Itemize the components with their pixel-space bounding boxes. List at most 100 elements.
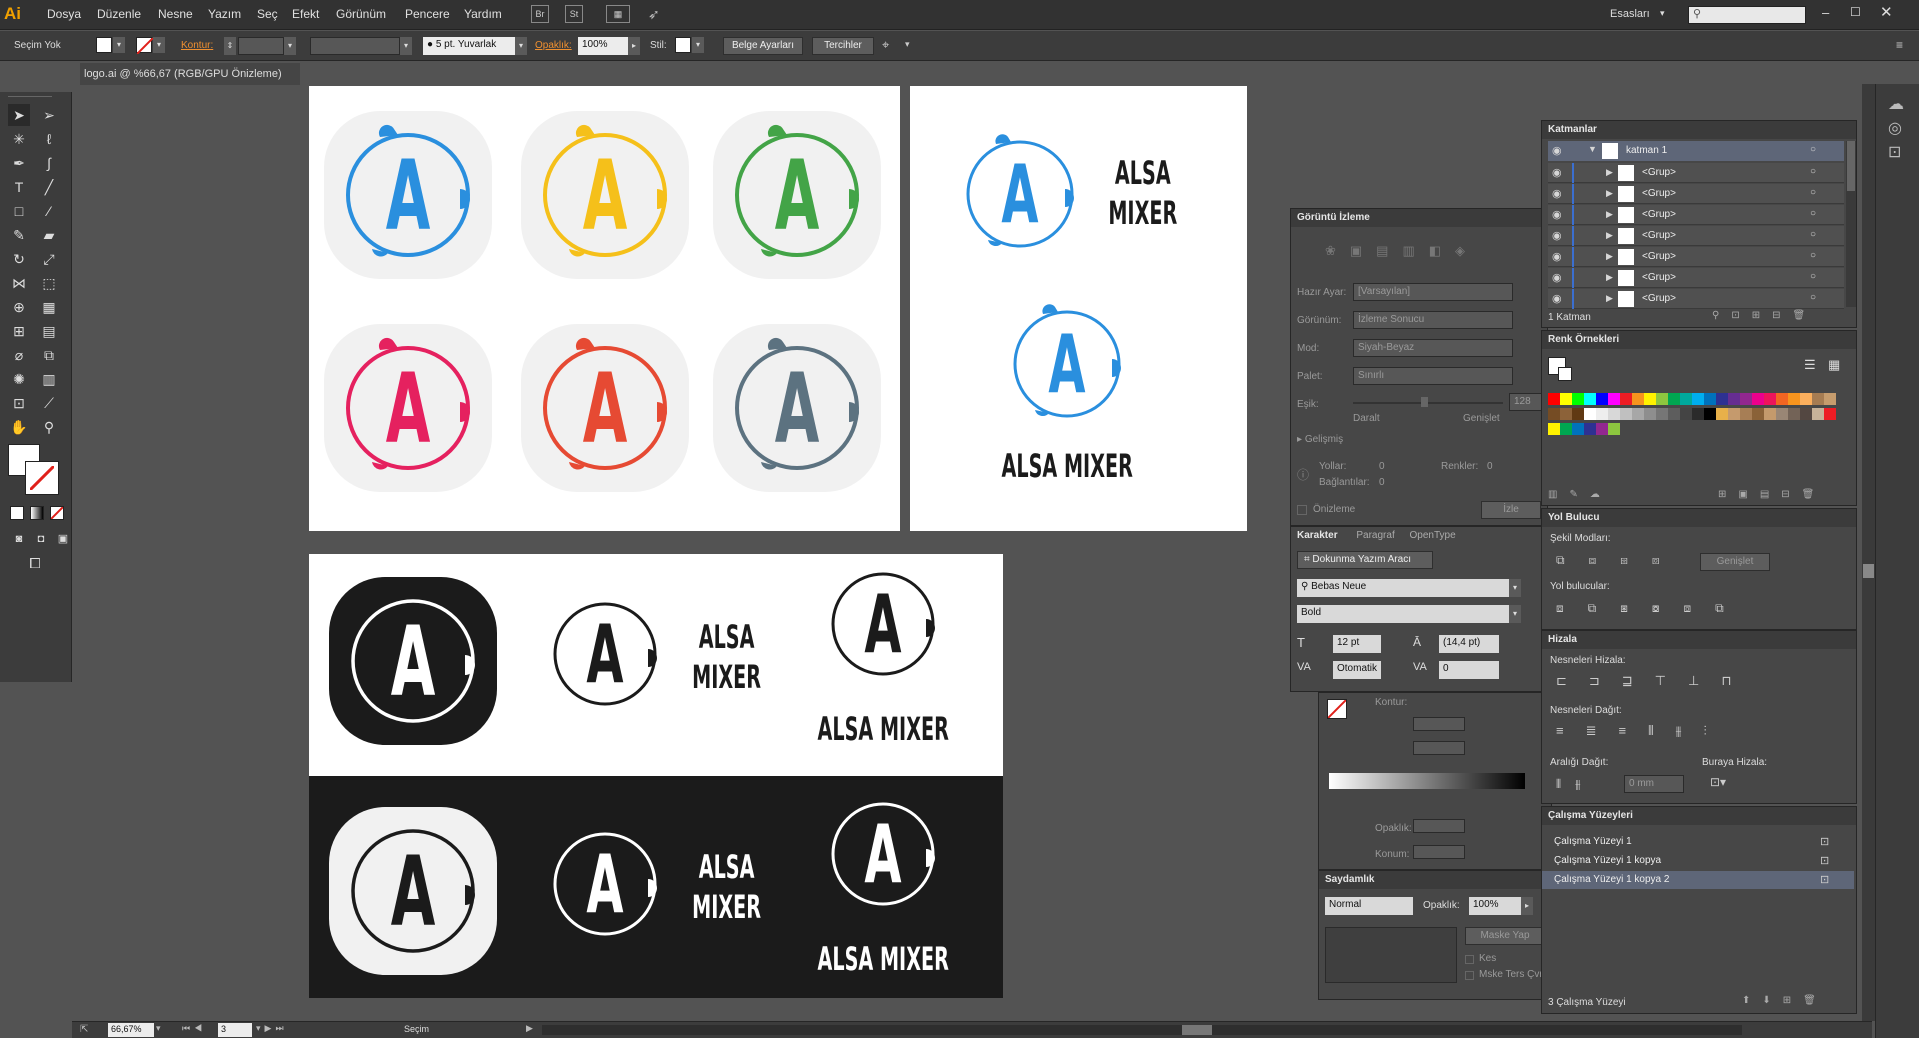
color-swatch[interactable]: [1548, 393, 1560, 405]
view-select[interactable]: İzleme Sonucu: [1353, 311, 1513, 329]
color-swatch[interactable]: [1680, 393, 1692, 405]
color-swatch[interactable]: [1668, 408, 1680, 420]
brush-field[interactable]: ● 5 pt. Yuvarlak: [423, 37, 515, 55]
mode-select[interactable]: Siyah-Beyaz: [1353, 339, 1513, 357]
menu-help[interactable]: Yardım: [464, 7, 502, 21]
color-swatch[interactable]: [1788, 408, 1800, 420]
preview-checkbox[interactable]: [1297, 505, 1307, 515]
invert-mask-checkbox[interactable]: [1465, 971, 1474, 980]
color-swatch[interactable]: [1560, 423, 1572, 435]
eyedropper-tool-icon[interactable]: ⌀: [8, 344, 30, 366]
distribute-object-icons[interactable]: ≡≣≡⫴⫵⫶: [1556, 723, 1729, 739]
layer-row[interactable]: ◉ ▶ <Grup> ○: [1548, 205, 1844, 225]
eye-icon[interactable]: ◉: [1552, 144, 1562, 157]
layer-row[interactable]: ◉ ▶ <Grup> ○: [1548, 226, 1844, 246]
chevron-down-icon[interactable]: ▾: [153, 37, 165, 53]
draw-inside-icon[interactable]: ▣: [52, 528, 74, 550]
menu-view[interactable]: Görünüm: [336, 7, 386, 21]
make-mask-button[interactable]: Maske Yap: [1465, 927, 1545, 945]
touch-type-tool-button[interactable]: ⌗ Dokunma Yazım Aracı: [1297, 551, 1433, 569]
advanced-toggle[interactable]: ▸ Gelişmiş: [1297, 434, 1343, 445]
color-swatch[interactable]: [1632, 393, 1644, 405]
color-swatch[interactable]: [1560, 393, 1572, 405]
kerning-field[interactable]: Otomatik: [1333, 661, 1381, 679]
symbol-sprayer-tool-icon[interactable]: ✺: [8, 368, 30, 390]
aspect-field[interactable]: [1413, 741, 1465, 755]
libraries-icon[interactable]: ☁: [1888, 94, 1904, 114]
color-swatch[interactable]: [1644, 393, 1656, 405]
chevron-down-icon[interactable]: ▾: [515, 37, 527, 55]
color-swatch[interactable]: [1596, 393, 1608, 405]
color-swatch[interactable]: [1740, 393, 1752, 405]
color-swatch[interactable]: [1716, 408, 1728, 420]
swatch-actions-icons[interactable]: ▥✎☁: [1548, 489, 1612, 500]
gradient-ramp[interactable]: [1329, 773, 1525, 789]
font-style-field[interactable]: Bold: [1297, 605, 1509, 623]
eye-icon[interactable]: ◉: [1552, 229, 1562, 242]
color-swatch[interactable]: [1800, 408, 1812, 420]
artboard-actions-icons[interactable]: ⬆⬇⊞🗑: [1742, 995, 1828, 1006]
search-input[interactable]: ⚲: [1688, 6, 1806, 24]
preferences-button[interactable]: Tercihler: [812, 37, 874, 55]
artboard-row[interactable]: Çalışma Yüzeyi 1 kopya ⊡: [1542, 852, 1854, 870]
font-size-field[interactable]: 12 pt: [1333, 635, 1381, 653]
target-icon[interactable]: ○: [1810, 250, 1816, 261]
color-swatch[interactable]: [1824, 408, 1836, 420]
color-swatch[interactable]: [1680, 408, 1692, 420]
direct-selection-tool-icon[interactable]: ➢: [38, 104, 60, 126]
free-transform-tool-icon[interactable]: ⬚: [38, 272, 60, 294]
hand-tool-icon[interactable]: ✋: [8, 416, 30, 438]
trace-presets-icons[interactable]: ❀▣▤▥◧◈: [1325, 243, 1479, 259]
color-swatch[interactable]: [1620, 408, 1632, 420]
transparency-opacity-field[interactable]: 100%: [1469, 897, 1521, 915]
color-swatch[interactable]: [1800, 393, 1812, 405]
panel-menu-icon[interactable]: ≡: [1896, 38, 1903, 52]
blend-mode-select[interactable]: Normal: [1325, 897, 1413, 915]
minimize-icon[interactable]: –: [1822, 5, 1829, 20]
palette-select[interactable]: Sınırlı: [1353, 367, 1513, 385]
spacing-field[interactable]: 0 mm: [1624, 775, 1684, 793]
clip-checkbox[interactable]: [1465, 955, 1474, 964]
leading-field[interactable]: (14,4 pt): [1439, 635, 1499, 653]
grid-view-icon[interactable]: ▦: [1828, 357, 1840, 373]
color-swatch[interactable]: [1596, 408, 1608, 420]
pathfinder-icons[interactable]: ⧈⧉⧆⧇⧈⧉: [1556, 601, 1748, 616]
chevron-right-icon[interactable]: ▶: [1606, 251, 1613, 262]
color-swatch[interactable]: [1548, 408, 1560, 420]
chevron-down-icon[interactable]: ▾: [1509, 605, 1521, 623]
artboard-options-icon[interactable]: ⊡: [1820, 873, 1829, 886]
target-icon[interactable]: ○: [1810, 166, 1816, 177]
color-swatch[interactable]: [1692, 408, 1704, 420]
target-icon[interactable]: ○: [1810, 144, 1816, 155]
shape-builder-tool-icon[interactable]: ⊕: [8, 296, 30, 318]
expand-button[interactable]: Genişlet: [1700, 553, 1770, 571]
tab-character[interactable]: Karakter: [1297, 530, 1338, 541]
mesh-tool-icon[interactable]: ⊞: [8, 320, 30, 342]
gradient-fill-swatch[interactable]: [1327, 699, 1347, 719]
line-tool-icon[interactable]: ╱: [38, 176, 60, 198]
preset-select[interactable]: [Varsayılan]: [1353, 283, 1513, 301]
align-object-icons[interactable]: ⊏⊐⊒⊤⊥⊓: [1556, 673, 1753, 689]
target-icon[interactable]: ○: [1810, 208, 1816, 219]
angle-field[interactable]: [1413, 717, 1465, 731]
style-swatch[interactable]: [675, 37, 691, 53]
color-swatch[interactable]: [1764, 393, 1776, 405]
tracking-field[interactable]: 0: [1439, 661, 1499, 679]
menu-file[interactable]: Dosya: [47, 7, 81, 21]
tab-opentype[interactable]: OpenType: [1410, 530, 1456, 541]
chevron-right-icon[interactable]: ▶: [1606, 167, 1613, 178]
chevron-down-icon[interactable]: ▾: [905, 39, 910, 50]
tab-paragraph[interactable]: Paragraf: [1356, 530, 1394, 541]
artboard-number-field[interactable]: 3: [218, 1023, 252, 1037]
color-swatch[interactable]: [1596, 423, 1608, 435]
color-swatch[interactable]: [1572, 393, 1584, 405]
stroke-color-box[interactable]: [25, 461, 59, 495]
color-swatch[interactable]: [1764, 408, 1776, 420]
chevron-right-icon[interactable]: ▸: [1521, 897, 1533, 915]
font-family-field[interactable]: ⚲ Bebas Neue: [1297, 579, 1509, 597]
artboard-2[interactable]: A ALSA MIXER A ALSA MIXER: [910, 86, 1247, 531]
color-swatch[interactable]: [1668, 393, 1680, 405]
color-swatch[interactable]: [1608, 423, 1620, 435]
stroke-swatch[interactable]: [136, 37, 154, 55]
color-swatch[interactable]: [1728, 408, 1740, 420]
